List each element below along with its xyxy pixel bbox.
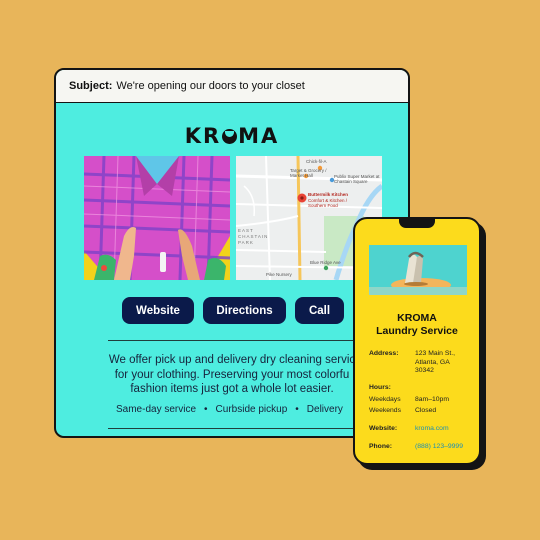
weekdays-label: Weekdays: [369, 396, 401, 403]
feature-item: Same-day service: [116, 404, 197, 415]
map-label-poi: Target & Grocery / Market Hall: [290, 168, 327, 178]
logo-text-end: MA: [238, 124, 280, 148]
website-link[interactable]: kroma.com: [415, 425, 449, 434]
business-type: Laundry Service: [376, 325, 458, 337]
email-subject-bar: Subject: We're opening our doors to your…: [56, 70, 408, 103]
weekends-label: Weekends: [369, 407, 401, 414]
business-card-phone: KROMA Laundry Service Address: 123 Main …: [353, 217, 481, 465]
logo-text-start: KR: [184, 124, 222, 148]
map-label-poi: Publix Super Market at Chastain Square: [334, 174, 380, 184]
map-label-poi: Pike Nursery: [266, 272, 292, 277]
iron-photo: [369, 245, 467, 295]
feature-item: Curbside pickup: [215, 404, 288, 415]
divider: [108, 428, 364, 429]
subject-text: We're opening our doors to your closet: [116, 80, 305, 92]
address-line: Atlanta, GA: [415, 358, 450, 366]
bullet-separator: •: [295, 404, 299, 415]
map-label-poi: Chick-fil-A: [306, 159, 327, 164]
bullet-separator: •: [204, 404, 208, 415]
phone-link[interactable]: (888) 123–9999: [415, 443, 463, 452]
address-line: 30342: [415, 367, 434, 374]
phone-label: Phone:: [369, 443, 393, 450]
subject-label: Subject:: [69, 80, 113, 92]
weekdays-hours: 8am–10pm: [415, 396, 450, 403]
hours-label: Hours:: [369, 384, 391, 391]
shirt-photo: [84, 156, 230, 280]
website-label: Website:: [369, 425, 398, 432]
map-label-poi: Comfort & Kitchen / Southern Food: [308, 198, 348, 208]
body-line: We offer pick up and delivery dry cleani…: [108, 354, 356, 366]
brand-logo: KR MA: [56, 124, 408, 148]
weekends-hours: Closed: [415, 407, 437, 414]
call-button[interactable]: Call: [295, 297, 344, 324]
business-name: KROMA: [397, 312, 437, 324]
map-label-park: EAST CHASTAIN PARK: [238, 228, 269, 245]
feature-item: Delivery: [306, 404, 343, 415]
logo-o-icon: [222, 129, 238, 144]
body-line: for your clothing. Preserving your most …: [114, 368, 350, 381]
address-value: 123 Main St., Atlanta, GA 30342: [415, 350, 455, 376]
phone-notch: [399, 219, 435, 228]
map-label-poi: Buttermilk Kitchen: [308, 192, 349, 197]
divider: [108, 340, 364, 341]
map-label-street: Blue Ridge Ave: [310, 260, 341, 265]
address-line: 123 Main St.,: [415, 350, 456, 357]
address-label: Address:: [369, 350, 399, 357]
feature-list: Same-day service • Curbside pickup • Deliver…: [116, 404, 343, 415]
website-button[interactable]: Website: [122, 297, 194, 324]
business-title: KROMA Laundry Service: [355, 312, 479, 338]
body-line: fashion items just got a whole lot easie…: [130, 383, 334, 395]
directions-button[interactable]: Directions: [203, 297, 286, 324]
